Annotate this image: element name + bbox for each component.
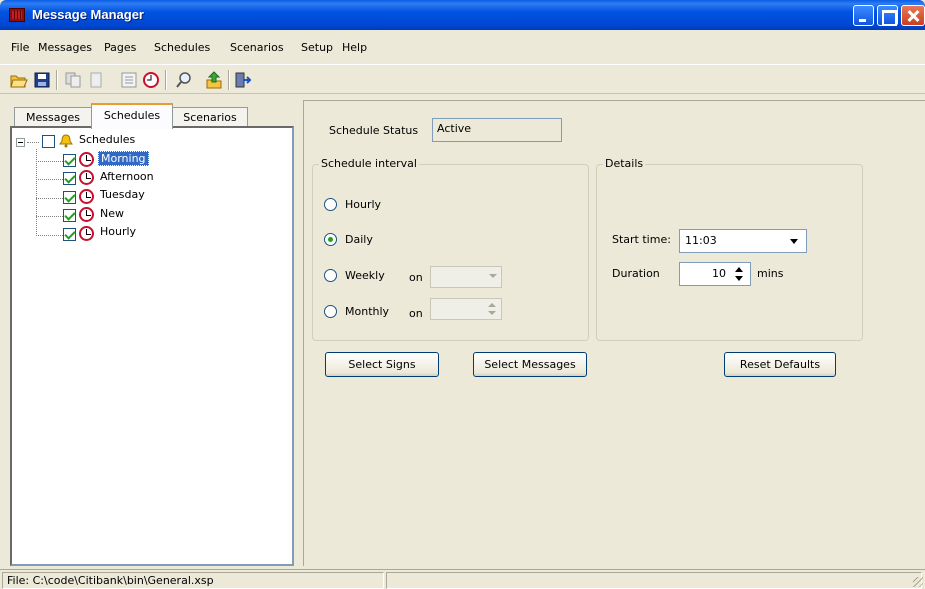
menu-scenarios[interactable]: Scenarios bbox=[230, 41, 284, 54]
details-group: Details Start time: 11:03 Duration 10 mi… bbox=[596, 157, 863, 341]
clock-icon bbox=[79, 207, 94, 222]
duration-label: Duration bbox=[612, 267, 660, 280]
hourly-radio[interactable] bbox=[324, 198, 337, 211]
daily-radio[interactable] bbox=[324, 233, 337, 246]
monthly-on-label: on bbox=[409, 307, 423, 320]
new-checkbox[interactable] bbox=[63, 209, 76, 222]
start-time-label: Start time: bbox=[612, 233, 671, 246]
weekly-radio-label[interactable]: Weekly bbox=[345, 269, 385, 282]
copy-icon[interactable] bbox=[64, 71, 82, 89]
menu-setup[interactable]: Setup bbox=[301, 41, 333, 54]
properties-icon[interactable] bbox=[120, 71, 138, 89]
clock-icon bbox=[79, 189, 94, 204]
status-file-path: File: C:\code\Citibank\bin\General.xsp bbox=[2, 572, 384, 589]
minimize-button[interactable] bbox=[853, 5, 874, 26]
schedule-status-label: Schedule Status bbox=[329, 124, 419, 137]
tree-line bbox=[36, 179, 63, 180]
duration-unit-label: mins bbox=[757, 267, 784, 280]
hourly-checkbox[interactable] bbox=[63, 228, 76, 241]
tree-item-afternoon[interactable]: Afternoon bbox=[100, 170, 154, 183]
tree-line bbox=[27, 142, 39, 143]
spinner-down-icon bbox=[488, 311, 496, 315]
status-secondary bbox=[386, 572, 922, 589]
reset-defaults-button[interactable]: Reset Defaults bbox=[724, 352, 836, 377]
collapse-icon[interactable] bbox=[16, 138, 25, 147]
monthly-day-spinner[interactable] bbox=[430, 298, 502, 320]
spinner-up-icon bbox=[488, 303, 496, 307]
menu-pages[interactable]: Pages bbox=[104, 41, 136, 54]
schedule-interval-title: Schedule interval bbox=[319, 157, 419, 170]
tuesday-checkbox[interactable] bbox=[63, 191, 76, 204]
toolbar-separator bbox=[56, 70, 58, 90]
status-bar: File: C:\code\Citibank\bin\General.xsp bbox=[0, 569, 925, 589]
tree-root-label[interactable]: Schedules bbox=[79, 133, 135, 146]
schedule-status-field: Active bbox=[432, 118, 562, 142]
weekly-day-dropdown[interactable] bbox=[430, 266, 502, 288]
tree-line bbox=[36, 198, 63, 199]
open-folder-icon[interactable] bbox=[10, 71, 28, 89]
paste-icon[interactable] bbox=[87, 71, 105, 89]
tree-item-new[interactable]: New bbox=[100, 207, 124, 220]
details-title: Details bbox=[603, 157, 646, 170]
resize-grip[interactable] bbox=[913, 577, 923, 587]
select-messages-button[interactable]: Select Messages bbox=[473, 352, 587, 377]
daily-radio-label[interactable]: Daily bbox=[345, 233, 373, 246]
maximize-button[interactable] bbox=[877, 5, 898, 26]
start-time-dropdown[interactable]: 11:03 bbox=[679, 229, 807, 253]
schedules-root-checkbox[interactable] bbox=[42, 135, 55, 148]
chevron-down-icon bbox=[790, 239, 798, 244]
clock-icon bbox=[79, 170, 94, 185]
spinner-down-icon[interactable] bbox=[735, 276, 743, 281]
menu-bar: File Messages Pages Schedules Scenarios … bbox=[0, 41, 925, 61]
tab-schedules[interactable]: Schedules bbox=[91, 103, 173, 129]
menu-messages[interactable]: Messages bbox=[38, 41, 92, 54]
schedule-clock-icon[interactable] bbox=[142, 71, 160, 89]
duration-value: 10 bbox=[712, 267, 726, 280]
toolbar-separator bbox=[165, 70, 167, 90]
tree-line bbox=[36, 149, 37, 236]
start-time-value: 11:03 bbox=[685, 234, 717, 247]
schedule-interval-group: Schedule interval Hourly Daily Weekly on… bbox=[312, 157, 589, 341]
weekly-radio[interactable] bbox=[324, 269, 337, 282]
window-title: Message Manager bbox=[32, 7, 144, 22]
afternoon-checkbox[interactable] bbox=[63, 172, 76, 185]
clock-icon bbox=[79, 226, 94, 241]
duration-stepper[interactable]: 10 bbox=[679, 262, 751, 286]
upload-icon[interactable] bbox=[205, 71, 223, 89]
title-bar: Message Manager bbox=[0, 0, 925, 30]
monthly-radio[interactable] bbox=[324, 305, 337, 318]
weekly-on-label: on bbox=[409, 271, 423, 284]
tree-item-morning[interactable]: Morning bbox=[98, 151, 149, 166]
tree-line bbox=[36, 161, 63, 162]
tree-line bbox=[36, 235, 63, 236]
toolbar-separator bbox=[228, 70, 230, 90]
monthly-radio-label[interactable]: Monthly bbox=[345, 305, 389, 318]
hourly-radio-label[interactable]: Hourly bbox=[345, 198, 381, 211]
menu-file[interactable]: File bbox=[11, 41, 29, 54]
tree-item-hourly[interactable]: Hourly bbox=[100, 225, 136, 238]
menu-help[interactable]: Help bbox=[342, 41, 367, 54]
close-button[interactable] bbox=[901, 5, 925, 26]
save-icon[interactable] bbox=[33, 71, 51, 89]
tree-item-tuesday[interactable]: Tuesday bbox=[100, 188, 145, 201]
clock-icon bbox=[79, 152, 94, 167]
select-signs-button[interactable]: Select Signs bbox=[325, 352, 439, 377]
app-icon bbox=[9, 8, 25, 22]
tree-line bbox=[36, 216, 63, 217]
toolbar bbox=[0, 64, 925, 94]
schedule-details-panel: Schedule Status Active Schedule interval… bbox=[303, 100, 925, 566]
schedule-tree[interactable]: Schedules Morning Afternoon Tuesday New … bbox=[10, 126, 294, 566]
find-icon[interactable] bbox=[175, 71, 193, 89]
chevron-down-icon bbox=[489, 274, 497, 278]
bell-icon bbox=[59, 134, 73, 148]
exit-icon[interactable] bbox=[234, 71, 252, 89]
morning-checkbox[interactable] bbox=[63, 154, 76, 167]
spinner-up-icon[interactable] bbox=[735, 267, 743, 272]
menu-schedules[interactable]: Schedules bbox=[154, 41, 210, 54]
